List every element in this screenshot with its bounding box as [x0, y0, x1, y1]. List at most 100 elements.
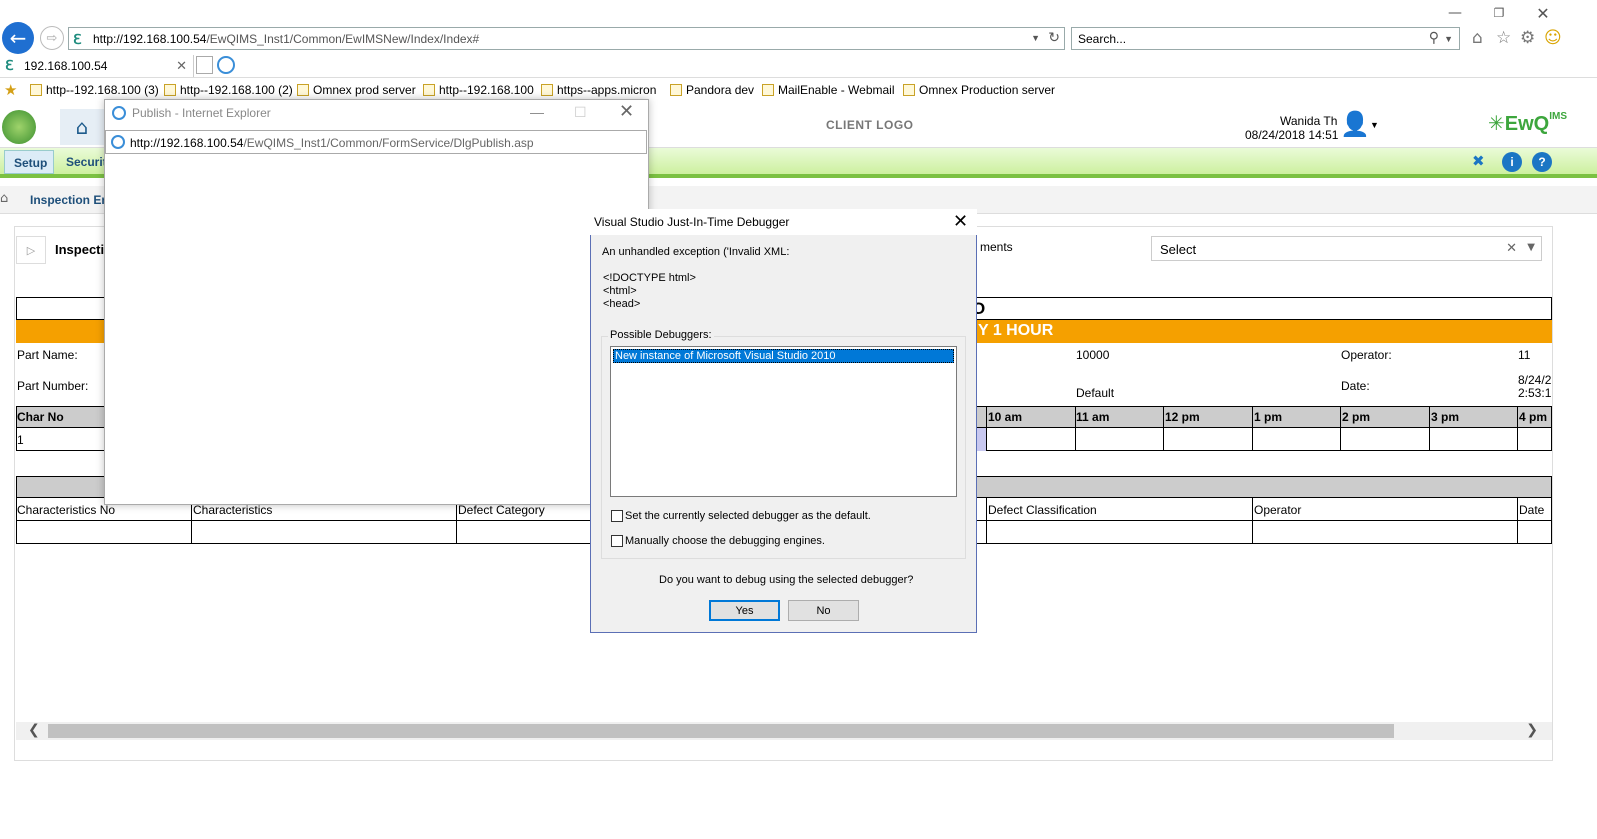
tab-title: 192.168.100.54 — [24, 59, 108, 73]
clear-select-icon[interactable]: ✕ — [1506, 240, 1517, 256]
client-logo: CLIENT LOGO — [826, 118, 914, 132]
default-value: Default — [1076, 386, 1115, 400]
breadcrumb-home-icon[interactable]: ⌂ — [0, 191, 8, 206]
app-home-icon[interactable]: ⌂ — [60, 109, 104, 145]
tab-divider — [0, 77, 1597, 78]
pin-icon[interactable]: ✖ — [1472, 152, 1485, 170]
browser-titlebar — [0, 0, 1597, 26]
forward-arrow-icon[interactable]: ⇨ — [40, 26, 64, 50]
defect-column-header: Characteristics No — [17, 503, 116, 517]
search-dropdown-icon[interactable]: ▼ — [1444, 34, 1453, 44]
scrollbar-thumb[interactable] — [48, 724, 1394, 738]
menu-security[interactable]: Securit — [66, 155, 107, 169]
search-box[interactable]: Search... ⚲ ▼ — [1071, 27, 1460, 50]
favorite-link[interactable]: http--192.168.100 (3) — [30, 83, 159, 97]
ie-quick-tab-icon[interactable] — [217, 56, 235, 74]
debugger-title: Visual Studio Just-In-Time Debugger — [594, 215, 790, 229]
debuggers-group-label: Possible Debuggers: — [608, 329, 714, 341]
tab-favicon-icon: ℇ — [5, 57, 14, 73]
debug-question: Do you want to debug using the selected … — [659, 574, 914, 586]
defect-column-header: Date — [1519, 503, 1545, 517]
part-name-label: Part Name: — [17, 348, 78, 362]
brand-logo: ✳EwQIMS — [1488, 111, 1567, 135]
select-value: Select — [1160, 242, 1197, 257]
attachment-select[interactable]: Select ✕ ▼ — [1151, 236, 1542, 261]
popup-minimize-icon[interactable]: — — [530, 104, 544, 120]
search-input[interactable]: Search... — [1078, 32, 1126, 46]
favorite-link[interactable]: http--192.168.100 (2) — [164, 83, 293, 97]
browser-tab[interactable]: ℇ 192.168.100.54 ✕ — [0, 55, 194, 77]
favorite-link[interactable]: Omnex prod server — [297, 83, 416, 97]
gear-icon[interactable]: ⚙ — [1520, 28, 1535, 48]
favorite-link[interactable]: http--192.168.100 — [423, 83, 534, 97]
exception-code: <!DOCTYPE html> <html> <head> — [603, 272, 696, 310]
scroll-left-icon[interactable]: ❮ — [28, 722, 40, 738]
close-window-icon[interactable]: ✕ — [1531, 4, 1555, 23]
app-logo-icon — [2, 110, 36, 144]
site-favicon-icon: ℇ — [73, 31, 82, 47]
debuggers-list[interactable]: New instance of Microsoft Visual Studio … — [610, 346, 957, 497]
scroll-right-icon[interactable]: ❯ — [1526, 722, 1538, 738]
popup-url: http://192.168.100.54/EwQIMS_Inst1/Commo… — [130, 136, 534, 150]
back-arrow-icon[interactable]: ← — [2, 22, 34, 54]
search-icon[interactable]: ⚲ — [1429, 30, 1439, 46]
char-no-value: 1 — [17, 433, 24, 447]
hour-header: 2 pm — [1342, 410, 1371, 424]
panel-expand-icon[interactable]: ▷ — [16, 236, 46, 264]
current-datetime: 08/24/2018 14:51 — [1245, 128, 1339, 142]
part-number-label: Part Number: — [17, 379, 89, 393]
operator-label: Operator: — [1341, 348, 1392, 362]
minimize-icon[interactable]: — — [1443, 4, 1467, 22]
menu-setup[interactable]: Setup — [4, 150, 54, 174]
dialog-close-icon[interactable]: ✕ — [953, 211, 968, 232]
manual-engines-checkbox[interactable] — [611, 535, 623, 547]
date-label: Date: — [1341, 379, 1370, 393]
hour-header: 11 am — [1076, 410, 1110, 424]
user-avatar-icon[interactable]: 👤 — [1340, 109, 1370, 139]
help-icon[interactable]: ? — [1532, 152, 1552, 172]
panel-title: Inspecti — [55, 242, 105, 257]
defect-column-header: Defect Classification — [988, 503, 1097, 517]
defect-column-header: Characteristics — [193, 503, 273, 517]
yes-button[interactable]: Yes — [709, 600, 780, 621]
hour-header: 4 pm — [1519, 410, 1548, 424]
set-default-label[interactable]: Set the currently selected debugger as t… — [625, 510, 871, 522]
publish-popup-title: Publish - Internet Explorer — [132, 106, 271, 120]
chevron-down-icon[interactable]: ▼ — [1527, 242, 1535, 253]
favorite-link[interactable]: Pandora dev — [670, 83, 754, 97]
frequency-banner-text: Y 1 HOUR — [978, 322, 1054, 339]
manual-engines-label[interactable]: Manually choose the debugging engines. — [625, 535, 825, 547]
breadcrumb[interactable]: Inspection En — [30, 193, 109, 207]
popup-close-icon[interactable]: ✕ — [619, 101, 634, 122]
favorites-add-icon[interactable]: ★ — [4, 81, 17, 99]
horizontal-scrollbar[interactable]: ❮ ❯ — [16, 722, 1552, 740]
defect-column-header: Defect Category — [458, 503, 545, 517]
hour-header: 1 pm — [1254, 410, 1283, 424]
address-dropdown-icon[interactable]: ▼ — [1031, 33, 1040, 43]
smiley-feedback-icon[interactable]: ☺ — [1544, 28, 1562, 48]
refresh-icon[interactable]: ↻ — [1048, 30, 1060, 46]
hour-header: 10 am — [988, 410, 1023, 424]
address-bar[interactable]: ℇ http://192.168.100.54/EwQIMS_Inst1/Com… — [68, 27, 1065, 50]
char-no-header: Char No — [17, 410, 64, 424]
defect-column-header: Operator — [1254, 503, 1302, 517]
set-default-checkbox[interactable] — [611, 510, 623, 522]
user-menu-caret-icon[interactable]: ▼ — [1370, 120, 1379, 130]
date-value: 8/24/2 — [1518, 373, 1552, 387]
hour-header: 12 pm — [1165, 410, 1200, 424]
restore-icon[interactable]: ❐ — [1487, 4, 1511, 22]
new-tab-button[interactable] — [196, 56, 213, 74]
brand-asterisk-icon: ✳ — [1488, 111, 1505, 135]
info-icon[interactable]: i — [1502, 152, 1522, 172]
attachments-label: ments — [980, 240, 1013, 254]
favorites-star-icon[interactable]: ☆ — [1496, 28, 1511, 48]
list-item[interactable]: New instance of Microsoft Visual Studio … — [613, 349, 954, 363]
home-icon[interactable]: ⌂ — [1472, 28, 1483, 48]
tab-close-icon[interactable]: ✕ — [176, 58, 187, 74]
no-button[interactable]: No — [788, 600, 859, 621]
favorite-link[interactable]: MailEnable - Webmail — [762, 83, 895, 97]
favorite-link[interactable]: Omnex Production server — [903, 83, 1055, 97]
favorite-link[interactable]: https--apps.micron — [541, 83, 656, 97]
popup-maximize-icon: ☐ — [574, 104, 587, 120]
address-url: http://192.168.100.54/EwQIMS_Inst1/Commo… — [93, 32, 480, 46]
